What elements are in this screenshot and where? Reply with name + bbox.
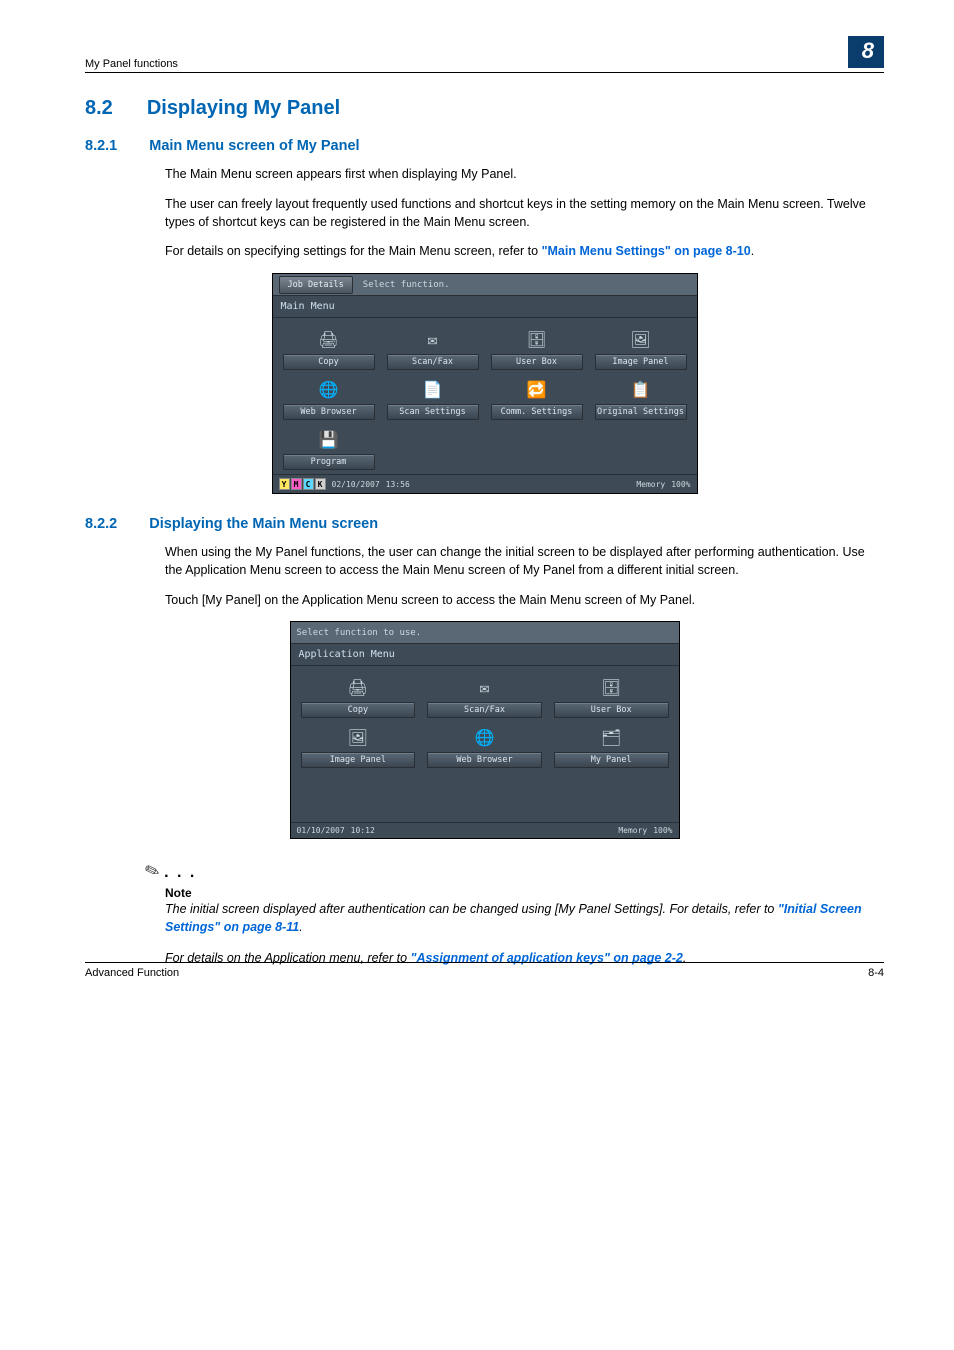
subsection-title: Displaying the Main Menu screen: [149, 516, 378, 532]
subsection-number: 8.2.1: [85, 138, 117, 154]
panel-topbar: Job Details Select function.: [273, 274, 697, 296]
function-label: Comm. Settings: [491, 404, 583, 420]
panel-grid: 🖨 Copy ✉ Scan/Fax 🗄 User Box 🖼 Image Panel 🌐 Web …: [291, 666, 679, 772]
web-browser-icon: 🌐: [316, 378, 342, 400]
status-mem-label: Memory: [618, 826, 647, 835]
function-label: My Panel: [554, 752, 669, 768]
status-time: 13:56: [386, 480, 410, 489]
scan-settings-icon: 📄: [420, 378, 446, 400]
user-box-icon: 🗄: [524, 328, 550, 350]
status-date: 02/10/2007: [332, 480, 380, 489]
footer-left: Advanced Function: [85, 967, 179, 979]
footer-right: 8-4: [868, 967, 884, 979]
subsection-number: 8.2.2: [85, 516, 117, 532]
xref-link[interactable]: "Main Menu Settings" on page 8-10: [542, 244, 751, 258]
note-heading: ✎ . . .: [145, 861, 884, 882]
program-icon: 💾: [316, 428, 342, 450]
function-label: User Box: [491, 354, 583, 370]
function-label: Web Browser: [427, 752, 542, 768]
panel-function-button[interactable]: 🗂 My Panel: [554, 726, 669, 768]
panel-function-button[interactable]: 🖨 Copy: [283, 328, 375, 370]
status-mem: 100%: [671, 480, 690, 489]
breadcrumb: My Panel functions: [85, 58, 178, 70]
my-panel-icon: 🗂: [598, 726, 624, 748]
user-box-icon: 🗄: [598, 676, 624, 698]
paragraph: When using the My Panel functions, the u…: [165, 544, 884, 580]
function-label: Original Settings: [595, 404, 687, 420]
panel-function-button[interactable]: 🌐 Web Browser: [427, 726, 542, 768]
section-number: 8.2: [85, 97, 113, 120]
function-label: User Box: [554, 702, 669, 718]
section-heading: 8.2 Displaying My Panel: [85, 97, 884, 120]
function-label: Program: [283, 454, 375, 470]
panel-function-button[interactable]: ✉ Scan/Fax: [427, 676, 542, 718]
subsection-title: Main Menu screen of My Panel: [149, 138, 359, 154]
note-label: Note: [165, 886, 884, 900]
note-icon: ✎: [142, 859, 163, 884]
figure-main-menu: Job Details Select function. Main Menu 🖨…: [85, 273, 884, 494]
device-panel: Job Details Select function. Main Menu 🖨…: [272, 273, 698, 494]
paragraph: The Main Menu screen appears first when …: [165, 166, 884, 184]
function-label: Scan/Fax: [427, 702, 542, 718]
text: For details on specifying settings for t…: [165, 244, 542, 258]
panel-function-button[interactable]: 🖼 Image Panel: [301, 726, 416, 768]
function-label: Web Browser: [283, 404, 375, 420]
note-paragraph: The initial screen displayed after authe…: [165, 900, 884, 936]
chapter-badge: 8: [848, 36, 884, 68]
paragraph: The user can freely layout frequently us…: [165, 196, 884, 232]
comm-settings-icon: 🔁: [524, 378, 550, 400]
subsection-heading: 8.2.1 Main Menu screen of My Panel: [85, 138, 884, 154]
function-label: Image Panel: [595, 354, 687, 370]
status-mem: 100%: [653, 826, 672, 835]
panel-instruction: Select function.: [363, 280, 450, 290]
device-panel: Select function to use. Application Menu…: [290, 621, 680, 839]
panel-function-button[interactable]: 🖨 Copy: [301, 676, 416, 718]
panel-function-button[interactable]: 🗄 User Box: [491, 328, 583, 370]
function-label: Scan/Fax: [387, 354, 479, 370]
function-label: Copy: [283, 354, 375, 370]
panel-function-button[interactable]: 💾 Program: [283, 428, 375, 470]
paragraph: For details on specifying settings for t…: [165, 243, 884, 261]
function-label: Scan Settings: [387, 404, 479, 420]
panel-grid: 🖨 Copy ✉ Scan/Fax 🗄 User Box 🖼 Image Panel 🌐 Web …: [273, 318, 697, 474]
toner-indicator: YMCK: [279, 478, 326, 490]
text: The initial screen displayed after authe…: [165, 902, 778, 916]
web-browser-icon: 🌐: [472, 726, 498, 748]
copy-icon: 🖨: [316, 328, 342, 350]
panel-function-button[interactable]: 🌐 Web Browser: [283, 378, 375, 420]
status-time: 10:12: [351, 826, 375, 835]
status-mem-label: Memory: [636, 480, 665, 489]
panel-function-button[interactable]: 📄 Scan Settings: [387, 378, 479, 420]
panel-function-button[interactable]: 🔁 Comm. Settings: [491, 378, 583, 420]
paragraph: Touch [My Panel] on the Application Menu…: [165, 592, 884, 610]
panel-function-button[interactable]: ✉ Scan/Fax: [387, 328, 479, 370]
image-panel-icon: 🖼: [628, 328, 654, 350]
text: .: [751, 244, 754, 258]
panel-title: Application Menu: [291, 644, 679, 666]
function-label: Copy: [301, 702, 416, 718]
panel-statusbar: 01/10/2007 10:12 Memory 100%: [291, 822, 679, 838]
panel-instruction: Select function to use.: [297, 628, 422, 638]
section-title: Displaying My Panel: [147, 97, 340, 120]
page-header: My Panel functions 8: [85, 38, 884, 73]
status-date: 01/10/2007: [297, 826, 345, 835]
page-footer: Advanced Function 8-4: [85, 962, 884, 979]
scan-fax-icon: ✉: [472, 676, 498, 698]
original-settings-icon: 📋: [628, 378, 654, 400]
image-panel-icon: 🖼: [345, 726, 371, 748]
scan-fax-icon: ✉: [420, 328, 446, 350]
job-details-button[interactable]: Job Details: [279, 276, 353, 294]
panel-topbar: Select function to use.: [291, 622, 679, 644]
copy-icon: 🖨: [345, 676, 371, 698]
panel-function-button[interactable]: 🗄 User Box: [554, 676, 669, 718]
panel-title: Main Menu: [273, 296, 697, 318]
figure-application-menu: Select function to use. Application Menu…: [85, 621, 884, 839]
panel-function-button[interactable]: 🖼 Image Panel: [595, 328, 687, 370]
panel-function-button[interactable]: 📋 Original Settings: [595, 378, 687, 420]
function-label: Image Panel: [301, 752, 416, 768]
panel-statusbar: YMCK 02/10/2007 13:56 Memory 100%: [273, 474, 697, 493]
text: .: [299, 920, 302, 934]
subsection-heading: 8.2.2 Displaying the Main Menu screen: [85, 516, 884, 532]
note-block: ✎ . . . Note The initial screen displaye…: [165, 861, 884, 966]
